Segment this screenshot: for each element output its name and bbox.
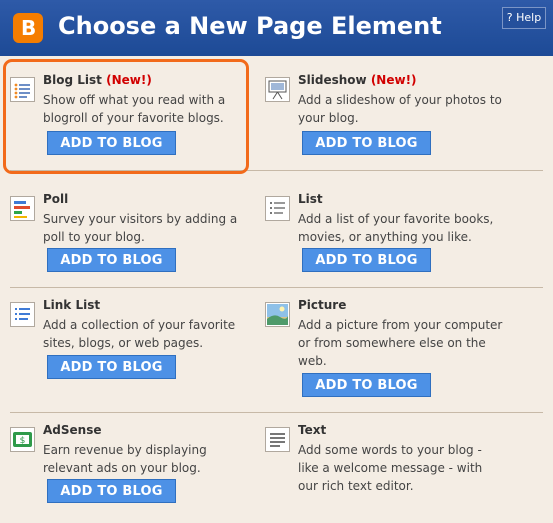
slideshow-icon <box>265 77 290 102</box>
dialog-header: B Choose a New Page Element ? Help <box>0 0 553 56</box>
section-divider <box>10 412 543 413</box>
add-list-button[interactable]: ADD TO BLOG <box>302 248 431 272</box>
list-icon <box>265 196 290 221</box>
add-adsense-button[interactable]: ADD TO BLOG <box>47 479 176 503</box>
element-description: Add a slideshow of your photos to your b… <box>298 93 502 125</box>
blogger-logo-letter: B <box>21 16 37 40</box>
element-name: Slideshow (New!) <box>298 73 417 87</box>
page-element-list: List Add a list of your favorite books, … <box>265 192 513 292</box>
element-description: Add a picture from your computer or from… <box>298 318 503 368</box>
page-element-slideshow: Slideshow (New!) Add a slideshow of your… <box>265 73 513 173</box>
page-title: Choose a New Page Element <box>58 12 442 40</box>
help-button[interactable]: ? Help <box>502 7 546 29</box>
element-description: Add some words to your blog - like a wel… <box>298 443 483 493</box>
element-description: Add a collection of your favorite sites,… <box>43 318 236 350</box>
poll-icon <box>10 196 35 221</box>
add-link-list-button[interactable]: ADD TO BLOG <box>47 355 176 379</box>
page-element-adsense: $ AdSense Earn revenue by displaying rel… <box>10 423 258 523</box>
picture-icon <box>265 302 290 327</box>
element-name: List <box>298 192 323 206</box>
element-description: Add a list of your favorite books, movie… <box>298 212 494 244</box>
page-element-link-list: Link List Add a collection of your favor… <box>10 298 258 398</box>
page-element-poll: Poll Survey your visitors by adding a po… <box>10 192 258 292</box>
add-slideshow-button[interactable]: ADD TO BLOG <box>302 131 431 155</box>
text-icon <box>265 427 290 452</box>
svg-text:$: $ <box>20 436 26 446</box>
element-description: Survey your visitors by adding a poll to… <box>43 212 238 244</box>
new-badge: (New!) <box>370 73 417 87</box>
element-description: Earn revenue by displaying relevant ads … <box>43 443 207 475</box>
element-name: AdSense <box>43 423 102 437</box>
add-picture-button[interactable]: ADD TO BLOG <box>302 373 431 397</box>
link-list-icon <box>10 302 35 327</box>
page-element-picture: Picture Add a picture from your computer… <box>265 298 513 398</box>
element-name: Text <box>298 423 327 437</box>
add-poll-button[interactable]: ADD TO BLOG <box>47 248 176 272</box>
page-element-text: Text Add some words to your blog - like … <box>265 423 513 523</box>
element-name: Link List <box>43 298 101 312</box>
element-name-label: Slideshow <box>298 73 367 87</box>
adsense-icon: $ <box>10 427 35 452</box>
selection-highlight <box>3 59 249 174</box>
element-name: Picture <box>298 298 347 312</box>
blogger-logo: B <box>13 13 43 43</box>
element-name: Poll <box>43 192 69 206</box>
